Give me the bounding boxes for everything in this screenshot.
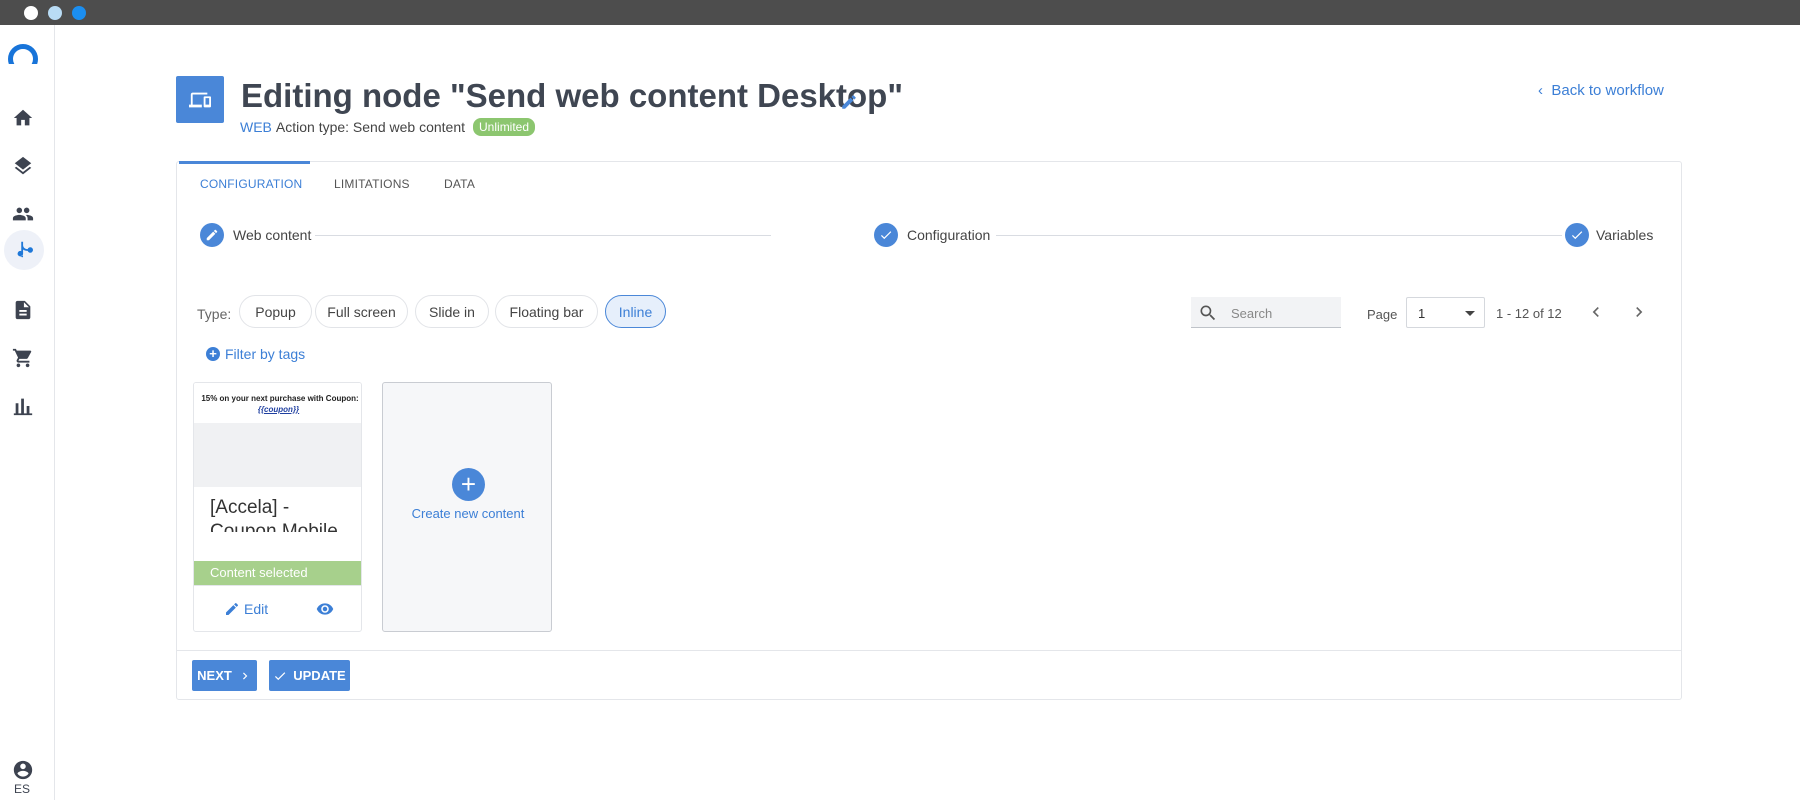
action-type-label: Action type: Send web content [275,119,466,135]
cart-icon[interactable] [10,345,36,371]
window-close-button[interactable] [24,6,38,20]
check-icon [275,671,286,680]
update-button[interactable]: UPDATE [269,660,350,691]
tab-data[interactable]: DATA [444,177,475,191]
chart-icon[interactable] [10,393,36,419]
check-icon [1571,231,1583,240]
workflow-icon[interactable] [4,230,44,270]
type-chip-inline[interactable]: Inline [605,295,666,328]
active-tab-indicator [179,161,310,164]
app-logo[interactable] [8,44,38,64]
panel-divider [177,650,1681,651]
page-select[interactable]: 1 [1406,297,1485,328]
preview-text: 15% on your next purchase with Coupon: [201,394,359,403]
step-configuration-circle[interactable] [874,223,898,247]
home-icon[interactable] [10,105,36,131]
tab-configuration[interactable]: CONFIGURATION [200,177,302,191]
document-icon[interactable] [10,297,36,323]
step-connector [996,235,1562,236]
search-input[interactable] [1231,303,1331,323]
chevron-right-icon [242,672,248,679]
window-titlebar [0,0,1800,25]
page-title: Editing node "Send web content Desktop" [241,77,903,114]
search-icon [1200,305,1216,321]
step-variables-label[interactable]: Variables [1596,227,1653,243]
plus-icon: + [452,468,485,501]
check-icon [880,231,892,240]
step-variables-circle[interactable] [1565,223,1589,247]
step-connector [315,235,771,236]
chevron-right-icon [1636,307,1643,317]
content-preview: 15% on your next purchase with Coupon: {… [194,383,361,423]
type-chip-floating-bar[interactable]: Floating bar [495,295,598,328]
content-card[interactable]: 15% on your next purchase with Coupon: {… [193,382,362,632]
previous-page-button[interactable] [1586,302,1606,322]
type-label: Type: [197,306,232,322]
channel-label[interactable]: WEB [240,119,272,135]
next-button[interactable]: NEXT [192,660,257,691]
user-account-icon[interactable] [10,757,36,783]
type-chip-slide-in[interactable]: Slide in [415,295,489,328]
create-new-content-card[interactable]: + Create new content [382,382,552,632]
node-type-icon [176,76,224,123]
step-web-content-circle[interactable] [200,223,224,247]
people-icon[interactable] [10,201,36,227]
preview-coupon-code: {{coupon}} [257,405,300,414]
page-label: Page [1367,307,1398,322]
filter-by-tags-link[interactable]: + Filter by tags [206,346,305,362]
type-chip-full-screen[interactable]: Full screen [315,295,408,328]
page-range-label: 1 - 12 of 12 [1496,306,1562,321]
page-select-value: 1 [1418,306,1426,321]
sidebar: ES [0,25,55,800]
node-subtitle: WEB Action type: Send web content Unlimi… [240,118,536,136]
chevron-left-icon: ‹ [1538,82,1552,99]
window-minimize-button[interactable] [48,6,62,20]
edit-content-button[interactable]: Edit [224,601,268,617]
layers-icon[interactable] [10,153,36,179]
create-new-content-label: Create new content [411,506,525,521]
pencil-icon [206,229,218,241]
pencil-icon [226,602,239,615]
type-chip-popup[interactable]: Popup [239,295,312,328]
add-circle-icon: + [206,347,220,361]
content-name: [Accela] - Coupon Mobile [210,497,338,532]
editor-panel: CONFIGURATION LIMITATIONS DATA Web conte… [176,161,1682,700]
window-maximize-button[interactable] [72,6,86,20]
tab-limitations[interactable]: LIMITATIONS [334,177,410,191]
preview-area [194,423,361,487]
chevron-left-icon [1592,307,1599,317]
language-label[interactable]: ES [14,782,30,796]
caret-down-icon [1465,311,1475,316]
step-configuration-label[interactable]: Configuration [907,227,990,243]
step-web-content-label[interactable]: Web content [233,227,311,243]
next-page-button[interactable] [1629,302,1649,322]
search-box [1191,297,1341,328]
content-card-footer: Edit [194,585,361,631]
preview-eye-icon[interactable] [314,600,336,618]
content-selected-status: Content selected [194,561,361,585]
limit-badge: Unlimited [473,118,536,136]
back-to-workflow-link[interactable]: ‹ Back to workflow [1538,82,1664,99]
edit-title-icon[interactable] [840,93,858,111]
